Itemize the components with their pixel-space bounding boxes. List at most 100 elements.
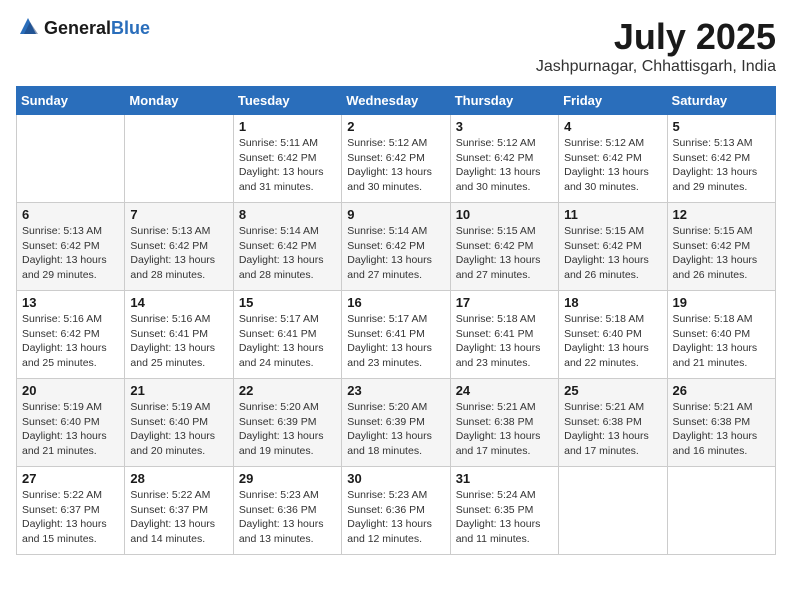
day-number: 21: [130, 383, 227, 398]
page-header: GeneralBlue July 2025 Jashpurnagar, Chha…: [16, 16, 776, 76]
day-detail: Sunrise: 5:12 AM Sunset: 6:42 PM Dayligh…: [564, 136, 661, 195]
day-number: 9: [347, 207, 444, 222]
day-number: 3: [456, 119, 553, 134]
logo-text: GeneralBlue: [44, 18, 150, 39]
calendar-cell: 20 Sunrise: 5:19 AM Sunset: 6:40 PM Dayli…: [17, 379, 125, 467]
calendar-cell: 25Sunrise: 5:21 AM Sunset: 6:38 PM Dayli…: [559, 379, 667, 467]
day-number: 22: [239, 383, 336, 398]
calendar-cell: 21 Sunrise: 5:19 AM Sunset: 6:40 PM Dayli…: [125, 379, 233, 467]
calendar-cell: 11 Sunrise: 5:15 AM Sunset: 6:42 PM Dayli…: [559, 203, 667, 291]
calendar-cell: 27 Sunrise: 5:22 AM Sunset: 6:37 PM Dayli…: [17, 467, 125, 555]
day-number: 1: [239, 119, 336, 134]
day-number: 7: [130, 207, 227, 222]
calendar-cell: 12Sunrise: 5:15 AM Sunset: 6:42 PM Dayli…: [667, 203, 775, 291]
calendar-cell: 1 Sunrise: 5:11 AM Sunset: 6:42 PM Daylig…: [233, 115, 341, 203]
calendar-cell: 3 Sunrise: 5:12 AM Sunset: 6:42 PM Daylig…: [450, 115, 558, 203]
day-detail: Sunrise: 5:13 AM Sunset: 6:42 PM Dayligh…: [130, 224, 227, 283]
day-detail: Sunrise: 5:21 AM Sunset: 6:38 PM Dayligh…: [673, 400, 770, 459]
day-detail: Sunrise: 5:22 AM Sunset: 6:37 PM Dayligh…: [22, 488, 119, 547]
logo-blue: Blue: [111, 18, 150, 38]
calendar-cell: 26 Sunrise: 5:21 AM Sunset: 6:38 PM Dayli…: [667, 379, 775, 467]
logo-icon: [16, 16, 40, 40]
day-detail: Sunrise: 5:12 AM Sunset: 6:42 PM Dayligh…: [456, 136, 553, 195]
calendar-cell: 28 Sunrise: 5:22 AM Sunset: 6:37 PM Dayli…: [125, 467, 233, 555]
calendar-cell: 18 Sunrise: 5:18 AM Sunset: 6:40 PM Dayli…: [559, 291, 667, 379]
day-number: 19: [673, 295, 770, 310]
calendar-cell: 17Sunrise: 5:18 AM Sunset: 6:41 PM Dayli…: [450, 291, 558, 379]
day-detail: Sunrise: 5:23 AM Sunset: 6:36 PM Dayligh…: [347, 488, 444, 547]
weekday-header: Tuesday: [233, 87, 341, 115]
month-title: July 2025: [536, 16, 776, 58]
calendar-cell: 13 Sunrise: 5:16 AM Sunset: 6:42 PM Dayli…: [17, 291, 125, 379]
day-detail: Sunrise: 5:20 AM Sunset: 6:39 PM Dayligh…: [239, 400, 336, 459]
day-number: 29: [239, 471, 336, 486]
day-detail: Sunrise: 5:18 AM Sunset: 6:40 PM Dayligh…: [564, 312, 661, 371]
day-detail: Sunrise: 5:12 AM Sunset: 6:42 PM Dayligh…: [347, 136, 444, 195]
day-number: 4: [564, 119, 661, 134]
day-detail: Sunrise: 5:15 AM Sunset: 6:42 PM Dayligh…: [564, 224, 661, 283]
day-number: 10: [456, 207, 553, 222]
calendar-cell: [17, 115, 125, 203]
calendar-cell: 30Sunrise: 5:23 AM Sunset: 6:36 PM Dayli…: [342, 467, 450, 555]
day-detail: Sunrise: 5:13 AM Sunset: 6:42 PM Dayligh…: [22, 224, 119, 283]
weekday-header: Monday: [125, 87, 233, 115]
day-number: 5: [673, 119, 770, 134]
calendar-week-row: 13 Sunrise: 5:16 AM Sunset: 6:42 PM Dayli…: [17, 291, 776, 379]
day-number: 13: [22, 295, 119, 310]
day-detail: Sunrise: 5:15 AM Sunset: 6:42 PM Dayligh…: [673, 224, 770, 283]
calendar-cell: 29 Sunrise: 5:23 AM Sunset: 6:36 PM Dayli…: [233, 467, 341, 555]
day-detail: Sunrise: 5:14 AM Sunset: 6:42 PM Dayligh…: [239, 224, 336, 283]
calendar-cell: 4 Sunrise: 5:12 AM Sunset: 6:42 PM Daylig…: [559, 115, 667, 203]
calendar-table: SundayMondayTuesdayWednesdayThursdayFrid…: [16, 86, 776, 555]
day-detail: Sunrise: 5:22 AM Sunset: 6:37 PM Dayligh…: [130, 488, 227, 547]
title-block: July 2025 Jashpurnagar, Chhattisgarh, In…: [536, 16, 776, 76]
calendar-cell: 22 Sunrise: 5:20 AM Sunset: 6:39 PM Dayli…: [233, 379, 341, 467]
day-detail: Sunrise: 5:13 AM Sunset: 6:42 PM Dayligh…: [673, 136, 770, 195]
day-number: 27: [22, 471, 119, 486]
calendar-cell: 19 Sunrise: 5:18 AM Sunset: 6:40 PM Dayli…: [667, 291, 775, 379]
calendar-cell: 24Sunrise: 5:21 AM Sunset: 6:38 PM Dayli…: [450, 379, 558, 467]
day-detail: Sunrise: 5:16 AM Sunset: 6:42 PM Dayligh…: [22, 312, 119, 371]
weekday-header: Saturday: [667, 87, 775, 115]
day-detail: Sunrise: 5:20 AM Sunset: 6:39 PM Dayligh…: [347, 400, 444, 459]
day-number: 24: [456, 383, 553, 398]
day-number: 8: [239, 207, 336, 222]
day-number: 18: [564, 295, 661, 310]
calendar-cell: 8 Sunrise: 5:14 AM Sunset: 6:42 PM Daylig…: [233, 203, 341, 291]
calendar-cell: [559, 467, 667, 555]
calendar-cell: 2Sunrise: 5:12 AM Sunset: 6:42 PM Daylig…: [342, 115, 450, 203]
day-detail: Sunrise: 5:18 AM Sunset: 6:40 PM Dayligh…: [673, 312, 770, 371]
day-detail: Sunrise: 5:24 AM Sunset: 6:35 PM Dayligh…: [456, 488, 553, 547]
day-detail: Sunrise: 5:11 AM Sunset: 6:42 PM Dayligh…: [239, 136, 336, 195]
weekday-header: Friday: [559, 87, 667, 115]
day-number: 31: [456, 471, 553, 486]
calendar-cell: [125, 115, 233, 203]
calendar-week-row: 1 Sunrise: 5:11 AM Sunset: 6:42 PM Daylig…: [17, 115, 776, 203]
calendar-cell: 6Sunrise: 5:13 AM Sunset: 6:42 PM Daylig…: [17, 203, 125, 291]
day-number: 20: [22, 383, 119, 398]
day-number: 28: [130, 471, 227, 486]
day-detail: Sunrise: 5:17 AM Sunset: 6:41 PM Dayligh…: [239, 312, 336, 371]
calendar-cell: 10Sunrise: 5:15 AM Sunset: 6:42 PM Dayli…: [450, 203, 558, 291]
day-number: 11: [564, 207, 661, 222]
weekday-header: Thursday: [450, 87, 558, 115]
day-detail: Sunrise: 5:16 AM Sunset: 6:41 PM Dayligh…: [130, 312, 227, 371]
weekday-header-row: SundayMondayTuesdayWednesdayThursdayFrid…: [17, 87, 776, 115]
day-detail: Sunrise: 5:23 AM Sunset: 6:36 PM Dayligh…: [239, 488, 336, 547]
day-number: 23: [347, 383, 444, 398]
day-number: 16: [347, 295, 444, 310]
logo-general: General: [44, 18, 111, 38]
calendar-cell: 15Sunrise: 5:17 AM Sunset: 6:41 PM Dayli…: [233, 291, 341, 379]
day-detail: Sunrise: 5:17 AM Sunset: 6:41 PM Dayligh…: [347, 312, 444, 371]
day-detail: Sunrise: 5:21 AM Sunset: 6:38 PM Dayligh…: [564, 400, 661, 459]
day-detail: Sunrise: 5:19 AM Sunset: 6:40 PM Dayligh…: [22, 400, 119, 459]
logo: GeneralBlue: [16, 16, 150, 40]
day-detail: Sunrise: 5:19 AM Sunset: 6:40 PM Dayligh…: [130, 400, 227, 459]
calendar-week-row: 20 Sunrise: 5:19 AM Sunset: 6:40 PM Dayli…: [17, 379, 776, 467]
calendar-cell: 31 Sunrise: 5:24 AM Sunset: 6:35 PM Dayli…: [450, 467, 558, 555]
day-detail: Sunrise: 5:18 AM Sunset: 6:41 PM Dayligh…: [456, 312, 553, 371]
calendar-week-row: 6Sunrise: 5:13 AM Sunset: 6:42 PM Daylig…: [17, 203, 776, 291]
calendar-cell: 16 Sunrise: 5:17 AM Sunset: 6:41 PM Dayli…: [342, 291, 450, 379]
day-number: 14: [130, 295, 227, 310]
day-number: 26: [673, 383, 770, 398]
